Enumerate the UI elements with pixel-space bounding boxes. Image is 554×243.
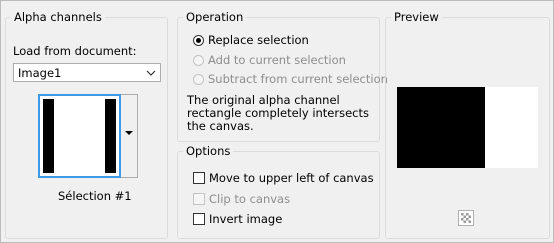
- move-to-upper-left-checkbox[interactable]: Move to upper left of canvas: [193, 171, 374, 185]
- document-dropdown[interactable]: Image1: [13, 63, 161, 82]
- add-to-selection-radio[interactable]: Add to current selection: [193, 53, 346, 67]
- clip-to-canvas-label: Clip to canvas: [209, 192, 291, 206]
- checkbox-box: [193, 172, 205, 184]
- triangle-down-icon: [125, 131, 133, 135]
- options-title: Options: [183, 144, 234, 158]
- checkbox-box: [193, 193, 205, 205]
- operation-description: The original alpha channel rectangle com…: [187, 93, 370, 133]
- checkerboard-icon[interactable]: [458, 210, 474, 226]
- alpha-channel-thumbnail[interactable]: [38, 94, 121, 178]
- operation-title: Operation: [183, 10, 247, 24]
- radio-dot: [193, 34, 204, 46]
- subtract-from-selection-radio[interactable]: Subtract from current selection: [193, 72, 388, 86]
- preview-white-area: [485, 87, 538, 168]
- preview-title: Preview: [391, 10, 442, 24]
- alpha-channels-title: Alpha channels: [11, 10, 105, 24]
- radio-dot: [193, 54, 204, 66]
- document-dropdown-value: Image1: [18, 66, 62, 80]
- subtract-from-selection-label: Subtract from current selection: [208, 72, 388, 86]
- chevron-down-icon: [146, 70, 156, 76]
- thumbnail-dropdown-button[interactable]: [121, 94, 138, 178]
- move-to-upper-left-label: Move to upper left of canvas: [209, 171, 374, 185]
- add-to-selection-label: Add to current selection: [208, 53, 346, 67]
- replace-selection-label: Replace selection: [208, 33, 309, 47]
- preview-black-area: [397, 87, 485, 168]
- clip-to-canvas-checkbox[interactable]: Clip to canvas: [193, 192, 290, 206]
- checkbox-box: [193, 213, 205, 225]
- replace-selection-radio[interactable]: Replace selection: [193, 33, 309, 47]
- load-from-document-label: Load from document:: [13, 44, 137, 58]
- selection-name-label: Sélection #1: [58, 189, 132, 203]
- invert-image-label: Invert image: [209, 212, 283, 226]
- radio-dot: [193, 73, 204, 85]
- invert-image-checkbox[interactable]: Invert image: [193, 212, 282, 226]
